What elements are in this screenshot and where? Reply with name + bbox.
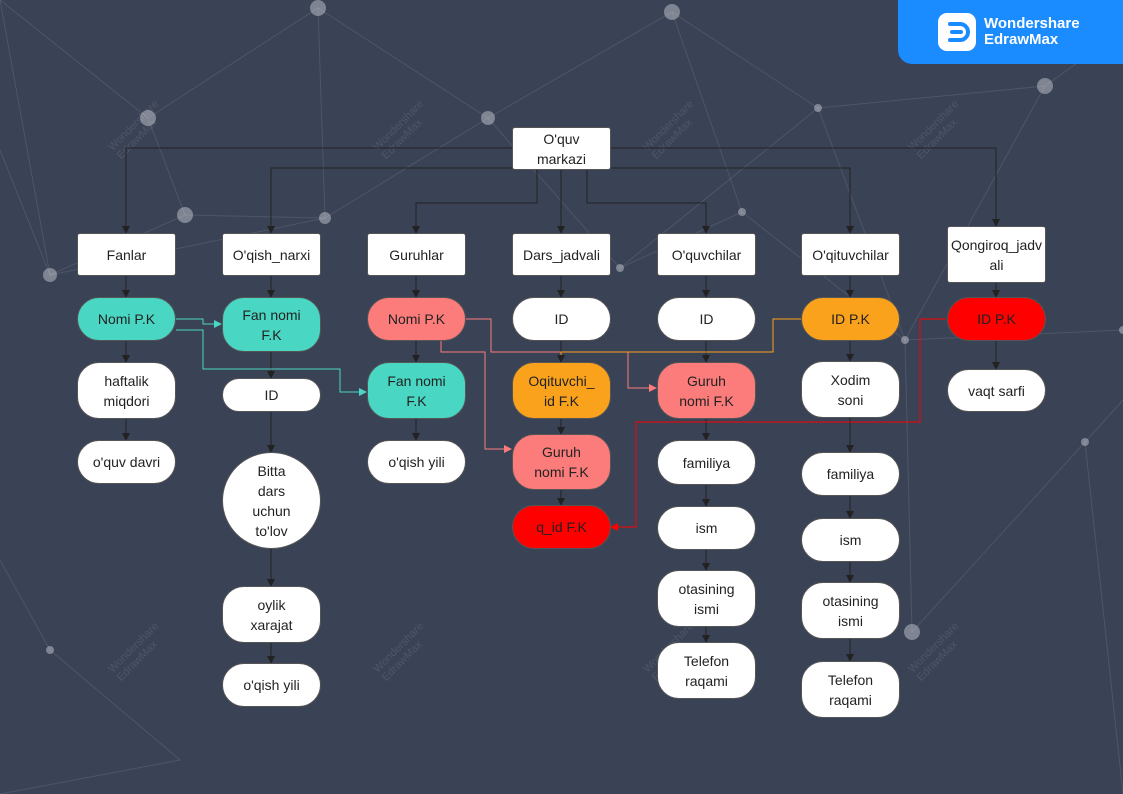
node-dars-jadvali[interactable]: Dars_jadvali [512, 233, 611, 276]
brand-badge[interactable]: Wondershare EdrawMax [898, 0, 1123, 64]
node-narx-id[interactable]: ID [222, 378, 321, 412]
node-dars-q-id-fk[interactable]: q_id F.K [512, 505, 611, 549]
node-dars-oqituvchi-id-fk[interactable]: Oqituvchi_ id F.K [512, 362, 611, 419]
node-guruhlar[interactable]: Guruhlar [367, 233, 466, 276]
node-oquv-telefon-raqami[interactable]: Telefon raqami [657, 642, 756, 699]
node-oqit-telefon-raqami[interactable]: Telefon raqami [801, 661, 900, 718]
node-oquv-id[interactable]: ID [657, 297, 756, 341]
node-narx-oqish-yili[interactable]: o'qish yili [222, 663, 321, 707]
node-dars-guruh-nomi-fk[interactable]: Guruh nomi F.K [512, 434, 611, 490]
node-oquv-ism[interactable]: ism [657, 506, 756, 550]
node-oqituvchilar[interactable]: O'qituvchilar [801, 233, 900, 276]
edge-root-oqituvchilar [611, 167, 854, 234]
node-narx-oylik-xarajat[interactable]: oylik xarajat [222, 586, 321, 643]
node-oquv-familiya[interactable]: familiya [657, 440, 756, 485]
node-narx-bitta-dars-tolov[interactable]: Bitta dars uchun to'lov [222, 452, 321, 549]
node-qongiroq-jadvali[interactable]: Qongiroq_jadv ali [947, 226, 1046, 283]
node-oqit-otasining-ismi[interactable]: otasining ismi [801, 582, 900, 639]
node-fanlar[interactable]: Fanlar [77, 233, 176, 276]
fk-link-fan-nomi-narx [176, 318, 222, 328]
node-oquv-otasining-ismi[interactable]: otasining ismi [657, 570, 756, 627]
node-root[interactable]: O'quv markazi [512, 127, 611, 170]
node-guruh-oqish-yili[interactable]: o'qish yili [367, 440, 466, 484]
node-oqit-xodim-soni[interactable]: Xodim soni [801, 361, 900, 418]
node-oqit-familiya[interactable]: familiya [801, 452, 900, 496]
node-qong-vaqt-sarfi[interactable]: vaqt sarfi [947, 369, 1046, 412]
edge-root-qongiroq [611, 147, 1000, 227]
node-guruh-fan-nomi-fk[interactable]: Fan nomi F.K [367, 362, 466, 419]
node-narx-fan-nomi-fk[interactable]: Fan nomi F.K [222, 297, 321, 352]
node-fanlar-oquv-davri[interactable]: o'quv davri [77, 440, 176, 484]
node-oqit-ism[interactable]: ism [801, 518, 900, 562]
node-oquv-guruh-nomi-fk[interactable]: Guruh nomi F.K [657, 362, 756, 419]
edrawmax-logo-icon [938, 13, 976, 51]
node-fanlar-nomi-pk[interactable]: Nomi P.K [77, 297, 176, 341]
node-oqish-narxi[interactable]: O'qish_narxi [222, 233, 321, 276]
node-oquvchilar[interactable]: O'quvchilar [657, 233, 756, 276]
edge-root-fanlar [122, 147, 512, 234]
edge-root-oquvchilar [586, 170, 710, 234]
node-dars-id[interactable]: ID [512, 297, 611, 341]
brand-name: Wondershare EdrawMax [984, 15, 1080, 48]
node-guruh-nomi-pk[interactable]: Nomi P.K [367, 297, 466, 341]
node-qong-id-pk[interactable]: ID P.K [947, 297, 1046, 341]
node-oqit-id-pk[interactable]: ID P.K [801, 297, 900, 341]
edge-root-guruhlar [412, 170, 538, 234]
node-fanlar-haftalik-miqdori[interactable]: haftalik miqdori [77, 362, 176, 419]
edge-root-oqish-narxi [267, 167, 512, 234]
fk-link-qongiroq-dars [610, 318, 946, 531]
